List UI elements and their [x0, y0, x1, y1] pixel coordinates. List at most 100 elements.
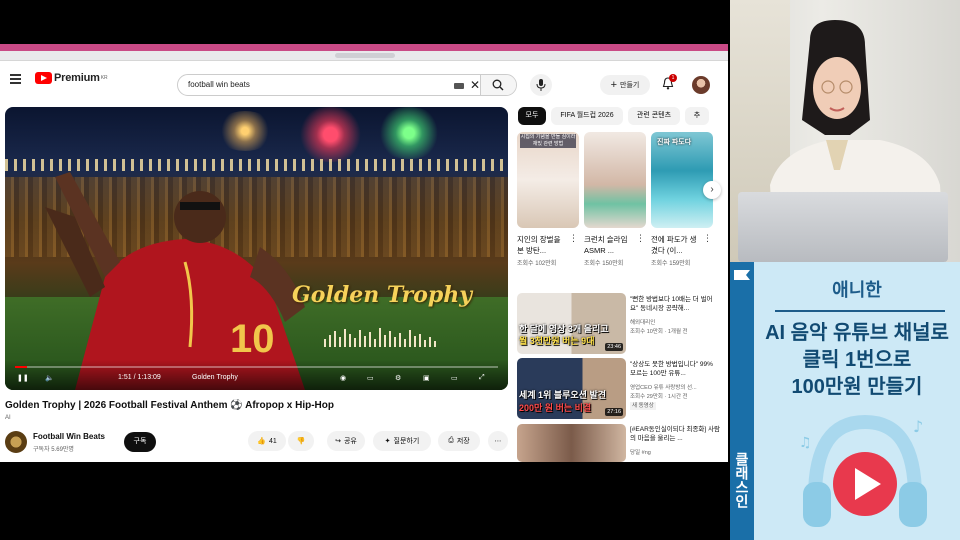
notification-badge: 1 [669, 74, 677, 82]
like-button[interactable]: 👍 41 [248, 431, 286, 451]
account-avatar[interactable] [692, 76, 710, 94]
subtitles-icon[interactable]: ▭ [367, 374, 374, 382]
theater-icon[interactable]: ▭ [451, 374, 458, 382]
notifications-button[interactable]: 1 [662, 74, 677, 95]
chip-more[interactable]: 추 [685, 107, 709, 125]
rec-caption-1b: 월 3천만원 버는 9대 [519, 336, 595, 346]
short-menu-2[interactable]: ⋮ [636, 233, 645, 244]
search-button[interactable] [480, 75, 516, 95]
short-meta-1: 조회수 102만회 [517, 261, 557, 267]
share-icon: ↪ [335, 438, 341, 445]
short-thumb-3[interactable]: 진짜 파도다 [651, 132, 713, 228]
rec-title-2[interactable]: "상상도 못한 방법입니다" 99% 모르는 100만 유튜... [630, 360, 720, 378]
chapter-label[interactable]: Golden Trophy [192, 374, 238, 381]
keyboard-icon[interactable] [454, 83, 464, 89]
like-count: 41 [268, 437, 277, 445]
miniplayer-icon[interactable]: ▣ [423, 374, 430, 382]
save-label: 저장 [456, 438, 470, 445]
filter-chips: 모두 FIFA 월드컵 2026 관련 콘텐츠 추 [518, 107, 728, 125]
rec-thumb-3[interactable] [517, 424, 626, 462]
rec-channel-3[interactable]: 당일 #ng [630, 449, 720, 457]
ad-headline-line-1: AI 음악 유튜브 채널로 [765, 322, 949, 344]
menu-icon[interactable] [10, 74, 21, 84]
channel-subscribers: 구독자 5.69만명 [33, 447, 74, 453]
ad-headline-line-2: 클릭 1번으로 [802, 349, 912, 371]
thumbs-up-icon: 👍 [257, 438, 266, 445]
search-box[interactable]: football win beats ✕ [177, 74, 517, 96]
screen-capture: Premium KR football win beats ✕ + 만들기 1 [0, 44, 728, 462]
ask-button[interactable]: ✦ 질문하기 [373, 431, 431, 451]
save-button[interactable]: ⎙ 저장 [438, 431, 480, 451]
ad-headline-line-3: 100만원 만들기 [791, 376, 923, 398]
short-title-2[interactable]: 크런치 슬라임 ASMR ... [584, 234, 636, 256]
mac-menu-bar [0, 44, 728, 51]
share-label: 공유 [343, 438, 357, 445]
short-thumb-1[interactable]: 시집의 기념을 반들 심이라 재밌 관련 방법 [517, 132, 579, 228]
youtube-play-icon [35, 72, 52, 84]
chip-worldcup[interactable]: FIFA 월드컵 2026 [551, 107, 623, 125]
headphones-play-icon: ♪ ♫ [799, 414, 927, 527]
share-button[interactable]: ↪ 공유 [327, 431, 365, 451]
youtube-header: Premium KR football win beats ✕ + 만들기 1 [0, 61, 728, 99]
rec-meta-2: 조회수 29만회 · 1시간 전 [630, 394, 688, 400]
video-title: Golden Trophy | 2026 Football Festival A… [5, 400, 334, 411]
laptop [738, 192, 948, 262]
rec-title-3[interactable]: [#EAR동인실이되다 최종화] 사람의 마음을 울리는 ... [630, 425, 720, 443]
ai-label: AI [5, 415, 11, 421]
shorts-next-arrow[interactable]: › [703, 181, 721, 199]
youtube-logo[interactable]: Premium KR [35, 72, 108, 84]
create-button[interactable]: + 만들기 [600, 75, 650, 95]
rec-duration-2: 27:16 [605, 408, 623, 416]
rec-channel-2[interactable]: 영업CEO 유튜 사랑방의 선... [630, 384, 720, 392]
rec-title-1[interactable]: "뻔한 방법보다 10배는 더 벌어요" 동네시장 공략해... [630, 295, 720, 313]
webcam-feed [730, 0, 960, 262]
video-player[interactable]: 10 Golden Trophy ❚❚ 🔈 1:51 / 1:13:09 Gol… [5, 107, 508, 390]
rec-channel-1[interactable]: 해외대리인 [630, 319, 720, 327]
firework-gold [215, 111, 275, 151]
microphone-icon [536, 79, 546, 91]
short-title-3[interactable]: 전에 파도가 생겼다 (이... [651, 234, 703, 256]
short-meta-3: 조회수 159만회 [651, 261, 691, 267]
ad-headline: AI 음악 유튜브 채널로 클릭 1번으로 100만원 만들기 [754, 320, 960, 401]
search-input[interactable]: football win beats [188, 80, 250, 89]
rec-thumb-2[interactable]: 세계 1위 블루오션 발견 200만 원 버는 비결 27:16 [517, 358, 626, 419]
channel-avatar[interactable] [5, 431, 27, 453]
short-title-1[interactable]: 지인의 장벌을 본 방탄... [517, 234, 569, 256]
rec-caption-2b: 200만 원 버는 비결 [519, 403, 592, 413]
pause-icon[interactable]: ❚❚ [17, 374, 29, 382]
progress-fill [15, 366, 28, 368]
sparkle-icon: ✦ [384, 438, 391, 445]
flag-logo-icon [734, 270, 750, 280]
video-overlay-title: Golden Trophy [292, 282, 473, 308]
address-bar[interactable] [335, 53, 395, 58]
control-row: ❚❚ 🔈 1:51 / 1:13:09 Golden Trophy ◉ ▭ ⚙ … [15, 374, 498, 386]
thumbs-down-icon: 👎 [296, 438, 306, 445]
more-actions-button[interactable]: ⋯ [488, 431, 508, 451]
chip-all[interactable]: 모두 [518, 107, 546, 125]
more-icon: ⋯ [494, 438, 502, 445]
volume-icon[interactable]: 🔈 [45, 374, 54, 382]
short-menu-1[interactable]: ⋮ [569, 233, 578, 244]
subscribe-button[interactable]: 구독 [124, 432, 156, 452]
ad-banner: 클래스인 애니한 AI 음악 유튜브 채널로 클릭 1번으로 100만원 만들기… [730, 262, 960, 540]
firework-green [373, 107, 445, 159]
clear-search-icon[interactable]: ✕ [470, 78, 480, 92]
rec-meta-1: 조회수 10만회 · 1개월 전 [630, 329, 688, 335]
autoplay-icon[interactable]: ◉ [340, 374, 346, 382]
channel-name[interactable]: Football Win Beats [33, 432, 105, 441]
logo-region: KR [100, 75, 108, 81]
rec-caption-2a: 세계 1위 블루오션 발견 [519, 390, 607, 400]
dislike-button[interactable]: 👎 [288, 431, 314, 451]
stage: Premium KR football win beats ✕ + 만들기 1 [0, 0, 960, 540]
rec-thumb-1[interactable]: 한 달에 영상 3개 올리고 월 3천만원 버는 9대 23:46 [517, 293, 626, 354]
short-thumb-2[interactable] [584, 132, 646, 228]
voice-search-button[interactable] [530, 74, 552, 96]
short-menu-3[interactable]: ⋮ [703, 233, 712, 244]
ask-label: 질문하기 [393, 438, 420, 445]
chip-related[interactable]: 관련 콘텐츠 [628, 107, 680, 125]
fullscreen-icon[interactable]: ⤢ [479, 374, 485, 382]
progress-bar[interactable] [15, 366, 498, 368]
settings-icon[interactable]: ⚙ [395, 374, 401, 382]
svg-text:♪: ♪ [913, 417, 923, 436]
ad-brand-text: 클래스인 [734, 452, 750, 508]
